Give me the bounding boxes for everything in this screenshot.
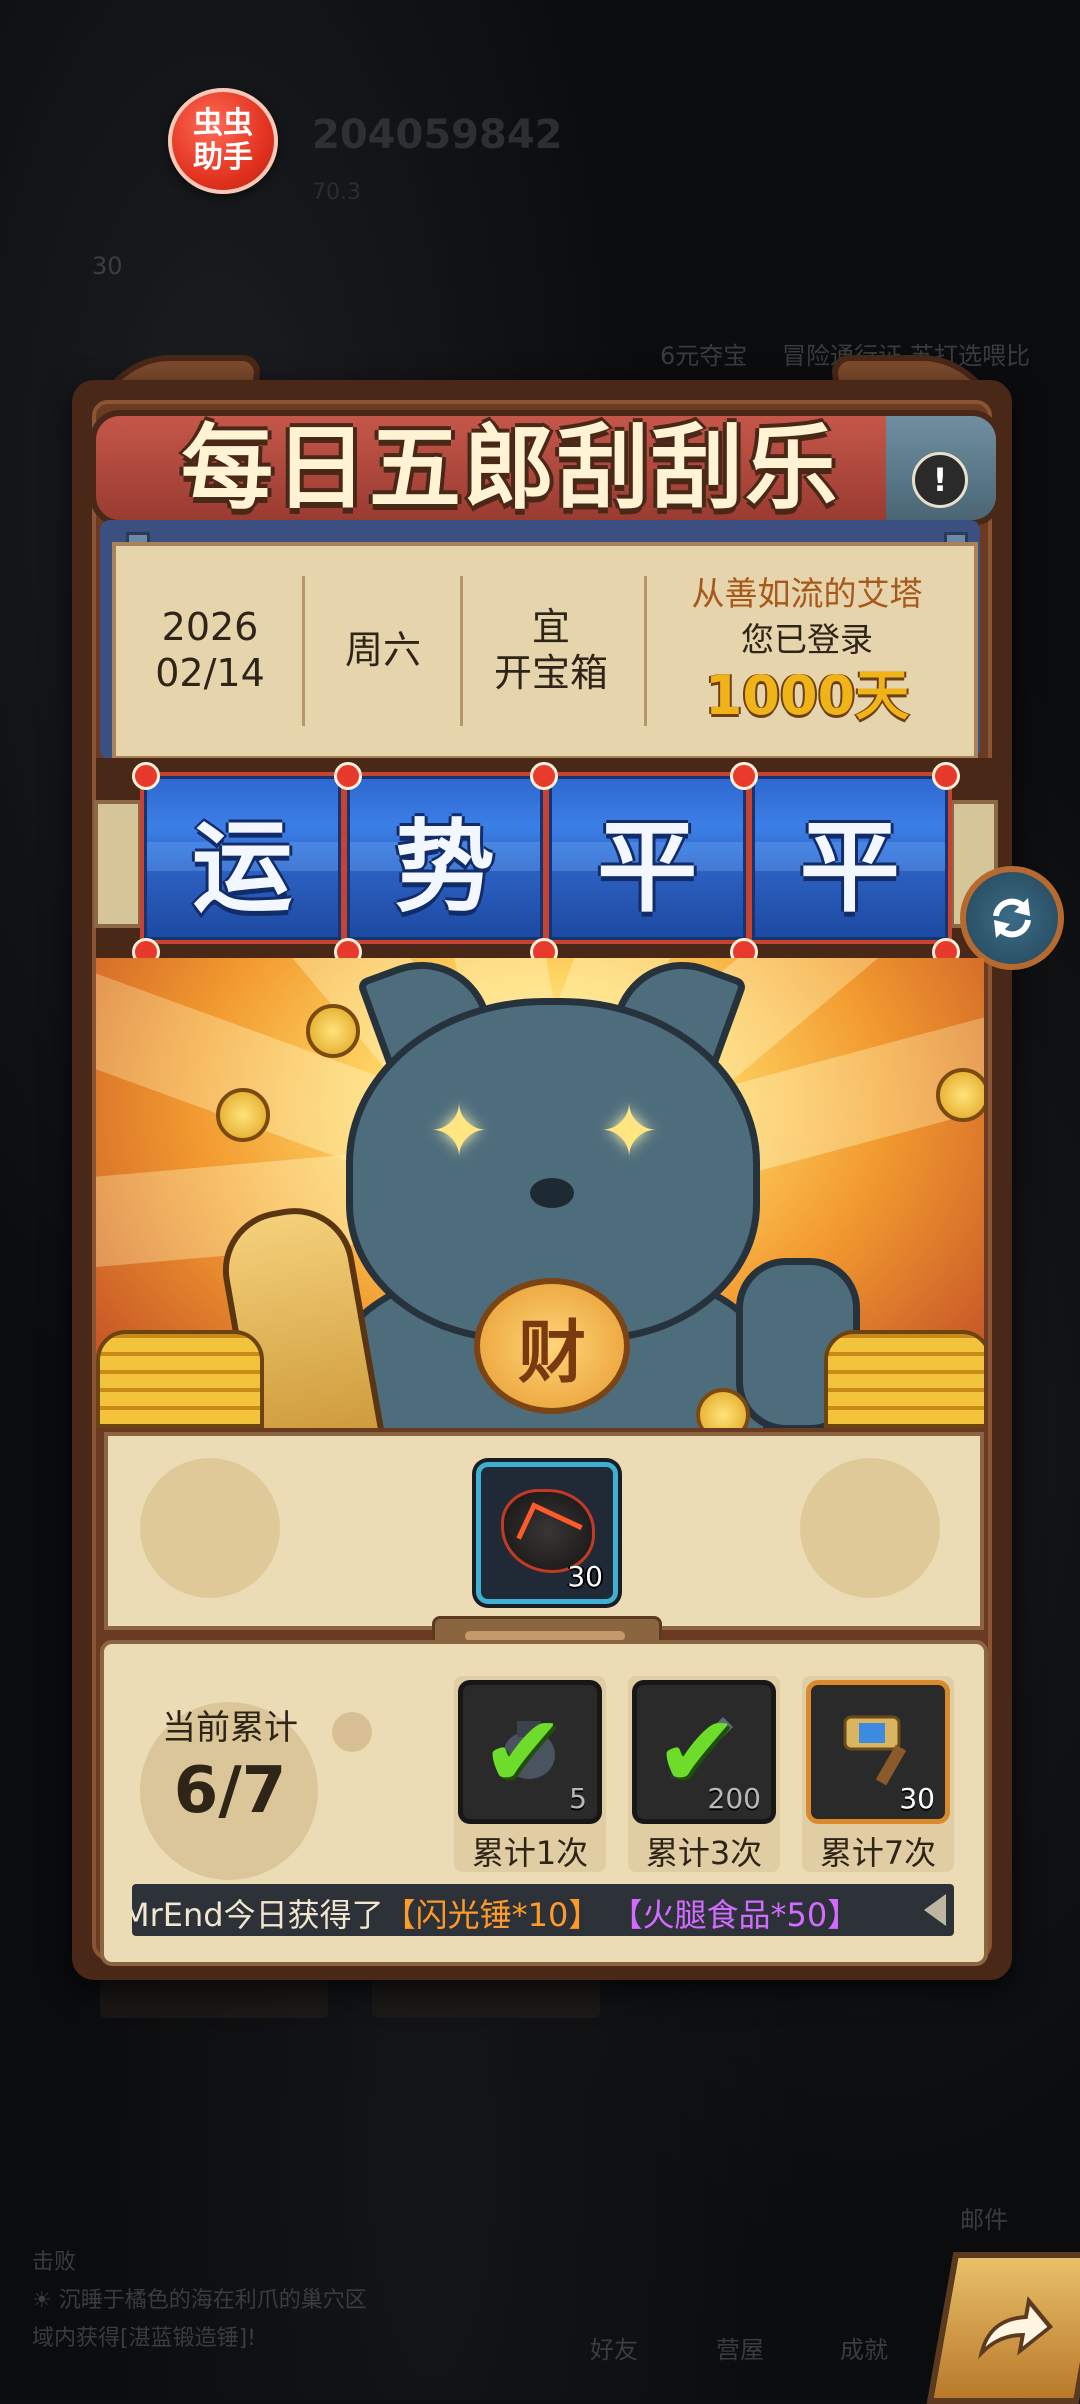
milestone-2[interactable]: ✔ 200 累计3次 xyxy=(628,1676,780,1872)
date-col-advice: 宜 开宝箱 xyxy=(466,560,636,740)
refresh-icon xyxy=(993,898,1031,938)
milestone-label: 累计3次 xyxy=(645,1834,763,1872)
coin-icon xyxy=(216,1088,270,1142)
cat-nose xyxy=(530,1178,574,1208)
reward-count: 30 xyxy=(567,1560,603,1593)
fortune-char: 平 xyxy=(799,808,900,926)
assistant-badge-line2: 助手 xyxy=(193,140,253,175)
reward-item-slot[interactable]: 30 xyxy=(476,1462,618,1604)
fortune-char: 势 xyxy=(394,808,495,926)
milestone-count: 200 xyxy=(707,1782,761,1815)
date-weekday: 周六 xyxy=(344,628,421,672)
fortune-tile-4: 平 xyxy=(751,776,948,940)
fortune-char: 运 xyxy=(192,808,293,926)
check-icon: ✔ xyxy=(481,1693,565,1810)
lucky-cat-illustration: ✦ ✦ 财 xyxy=(96,958,984,1428)
bolt-icon xyxy=(132,762,160,790)
date-col-date: 2026 02/14 xyxy=(130,560,290,740)
assistant-badge-line1: 虫虫 xyxy=(193,106,253,141)
bolt-icon xyxy=(730,762,758,790)
ticker-item-2: 【火腿食品*50】 xyxy=(610,1896,860,1934)
share-arrow-icon xyxy=(978,2296,1054,2360)
decor-dot xyxy=(332,1712,372,1752)
milestone-1[interactable]: ✔ 5 累计1次 xyxy=(454,1676,606,1872)
login-status: 您已登录 xyxy=(741,620,873,659)
bolt-icon xyxy=(932,762,960,790)
coin-pile-left xyxy=(96,1330,264,1428)
divider xyxy=(302,576,305,726)
fortune-char: 平 xyxy=(597,808,698,926)
info-icon[interactable]: ! xyxy=(912,452,968,508)
divider xyxy=(460,576,463,726)
date-month-day: 02/14 xyxy=(155,651,265,695)
refresh-button[interactable] xyxy=(960,866,1064,970)
login-days: 1000天 xyxy=(704,664,910,727)
broadcast-ticker: MrEnd今日获得了【闪光锤*10】 【火腿食品*50】 xyxy=(132,1884,954,1936)
coin-icon xyxy=(306,1004,360,1058)
hammer-icon xyxy=(843,1715,907,1786)
milestone-item-slot: ✔ 200 xyxy=(632,1680,776,1824)
sparkle-eye-icon: ✦ xyxy=(428,1089,490,1173)
paw-print-icon xyxy=(800,1458,940,1598)
milestone-count: 5 xyxy=(569,1782,587,1815)
divider xyxy=(644,576,647,726)
bolt-icon xyxy=(334,762,362,790)
milestone-label: 累计7次 xyxy=(819,1834,937,1872)
date-col-login: 从善如流的艾塔 您已登录 1000天 xyxy=(652,560,962,740)
progress-label: 当前累计 xyxy=(162,1708,298,1748)
bolt-icon xyxy=(530,762,558,790)
fortune-coin-tag: 财 xyxy=(474,1278,630,1414)
advice-line-1: 宜 xyxy=(531,605,570,649)
milestone-item-slot: ✔ 5 xyxy=(458,1680,602,1824)
date-col-weekday: 周六 xyxy=(310,560,456,740)
fortune-tile-1: 运 xyxy=(144,776,341,940)
coin-icon xyxy=(936,1068,984,1122)
fortune-tiles: 运 势 平 平 xyxy=(140,772,952,944)
milestone-label: 累计1次 xyxy=(471,1834,589,1872)
ticker-item-1: 【闪光锤*10】 xyxy=(383,1896,601,1934)
date-year: 2026 xyxy=(161,605,259,649)
fortune-tile-3: 平 xyxy=(549,776,746,940)
ticker-text: MrEnd今日获得了【闪光锤*10】 【火腿食品*50】 xyxy=(132,1890,859,1936)
sparkle-eye-icon: ✦ xyxy=(598,1089,660,1173)
ticker-arrow-icon xyxy=(924,1894,946,1926)
login-player-name: 从善如流的艾塔 xyxy=(691,574,923,613)
assistant-badge[interactable]: 虫虫 助手 xyxy=(168,88,278,194)
ticker-user: MrEnd今日获得了 xyxy=(132,1896,384,1934)
fortune-tile-2: 势 xyxy=(346,776,543,940)
paw-print-icon xyxy=(140,1458,280,1598)
coin-pile-right xyxy=(824,1330,984,1428)
advice-line-2: 开宝箱 xyxy=(493,651,608,695)
dialog-title: 每日五郎刮刮乐 xyxy=(180,415,839,522)
milestone-count: 30 xyxy=(899,1782,935,1815)
milestone-3[interactable]: 30 累计7次 xyxy=(802,1676,954,1872)
milestone-item-slot: 30 xyxy=(806,1680,950,1824)
strip-side-left xyxy=(94,800,142,928)
share-button[interactable] xyxy=(926,2252,1080,2404)
progress-value: 6/7 xyxy=(173,1754,287,1828)
